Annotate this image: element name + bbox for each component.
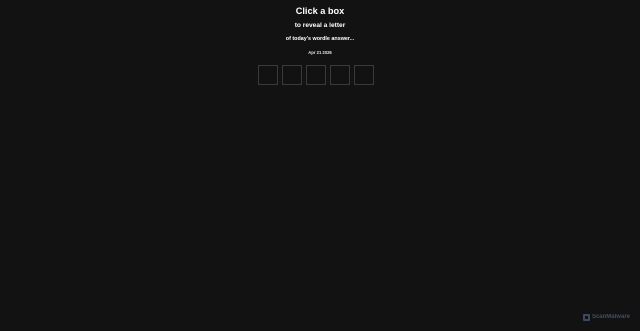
page-subtitle: to reveal a letter	[294, 22, 346, 29]
scanmalware-logo-icon	[582, 313, 590, 321]
letter-boxes	[258, 65, 374, 85]
date-label: Apr 21 2026	[308, 50, 332, 55]
watermark: ScanMalware	[582, 313, 630, 321]
page: Click a box to reveal a letter of today'…	[0, 0, 640, 331]
letter-box-4[interactable]	[330, 65, 350, 85]
page-caption: of today's wordle answer...	[285, 36, 355, 42]
letter-box-3[interactable]	[306, 65, 326, 85]
letter-box-5[interactable]	[354, 65, 374, 85]
watermark-text: ScanMalware	[591, 314, 630, 320]
page-title: Click a box	[295, 6, 345, 16]
letter-box-2[interactable]	[282, 65, 302, 85]
letter-box-1[interactable]	[258, 65, 278, 85]
